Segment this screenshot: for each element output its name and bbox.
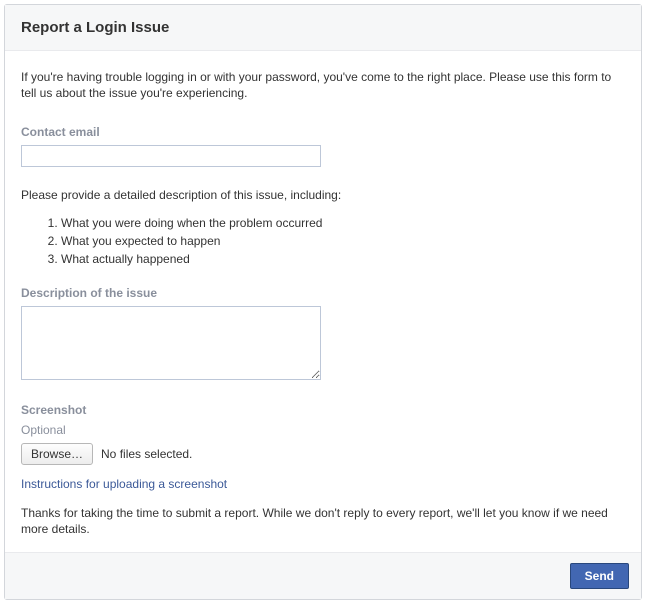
list-item: What you were doing when the problem occ… [61, 214, 625, 232]
list-item: What you expected to happen [61, 232, 625, 250]
report-login-issue-card: Report a Login Issue If you're having tr… [4, 4, 642, 600]
card-footer: Send [5, 552, 641, 599]
page-title: Report a Login Issue [21, 19, 625, 36]
description-label: Description of the issue [21, 286, 625, 300]
screenshot-label: Screenshot [21, 403, 625, 417]
card-header: Report a Login Issue [5, 5, 641, 51]
contact-email-label: Contact email [21, 125, 625, 139]
description-help-lead: Please provide a detailed description of… [21, 187, 625, 204]
instructions-link[interactable]: Instructions for uploading a screenshot [21, 477, 227, 491]
description-section: Description of the issue [21, 286, 625, 383]
thanks-text: Thanks for taking the time to submit a r… [21, 505, 625, 537]
description-help-list: What you were doing when the problem occ… [61, 214, 625, 268]
screenshot-section: Screenshot Optional Browse… No files sel… [21, 403, 625, 505]
contact-email-section: Contact email [21, 125, 625, 167]
no-files-text: No files selected. [101, 447, 192, 461]
browse-button[interactable]: Browse… [21, 443, 93, 465]
description-textarea[interactable] [21, 306, 321, 380]
send-button[interactable]: Send [570, 563, 629, 589]
file-picker-row: Browse… No files selected. [21, 443, 625, 465]
intro-text: If you're having trouble logging in or w… [21, 69, 625, 101]
card-body: If you're having trouble logging in or w… [5, 51, 641, 552]
contact-email-input[interactable] [21, 145, 321, 167]
list-item: What actually happened [61, 250, 625, 268]
screenshot-optional: Optional [21, 423, 625, 437]
